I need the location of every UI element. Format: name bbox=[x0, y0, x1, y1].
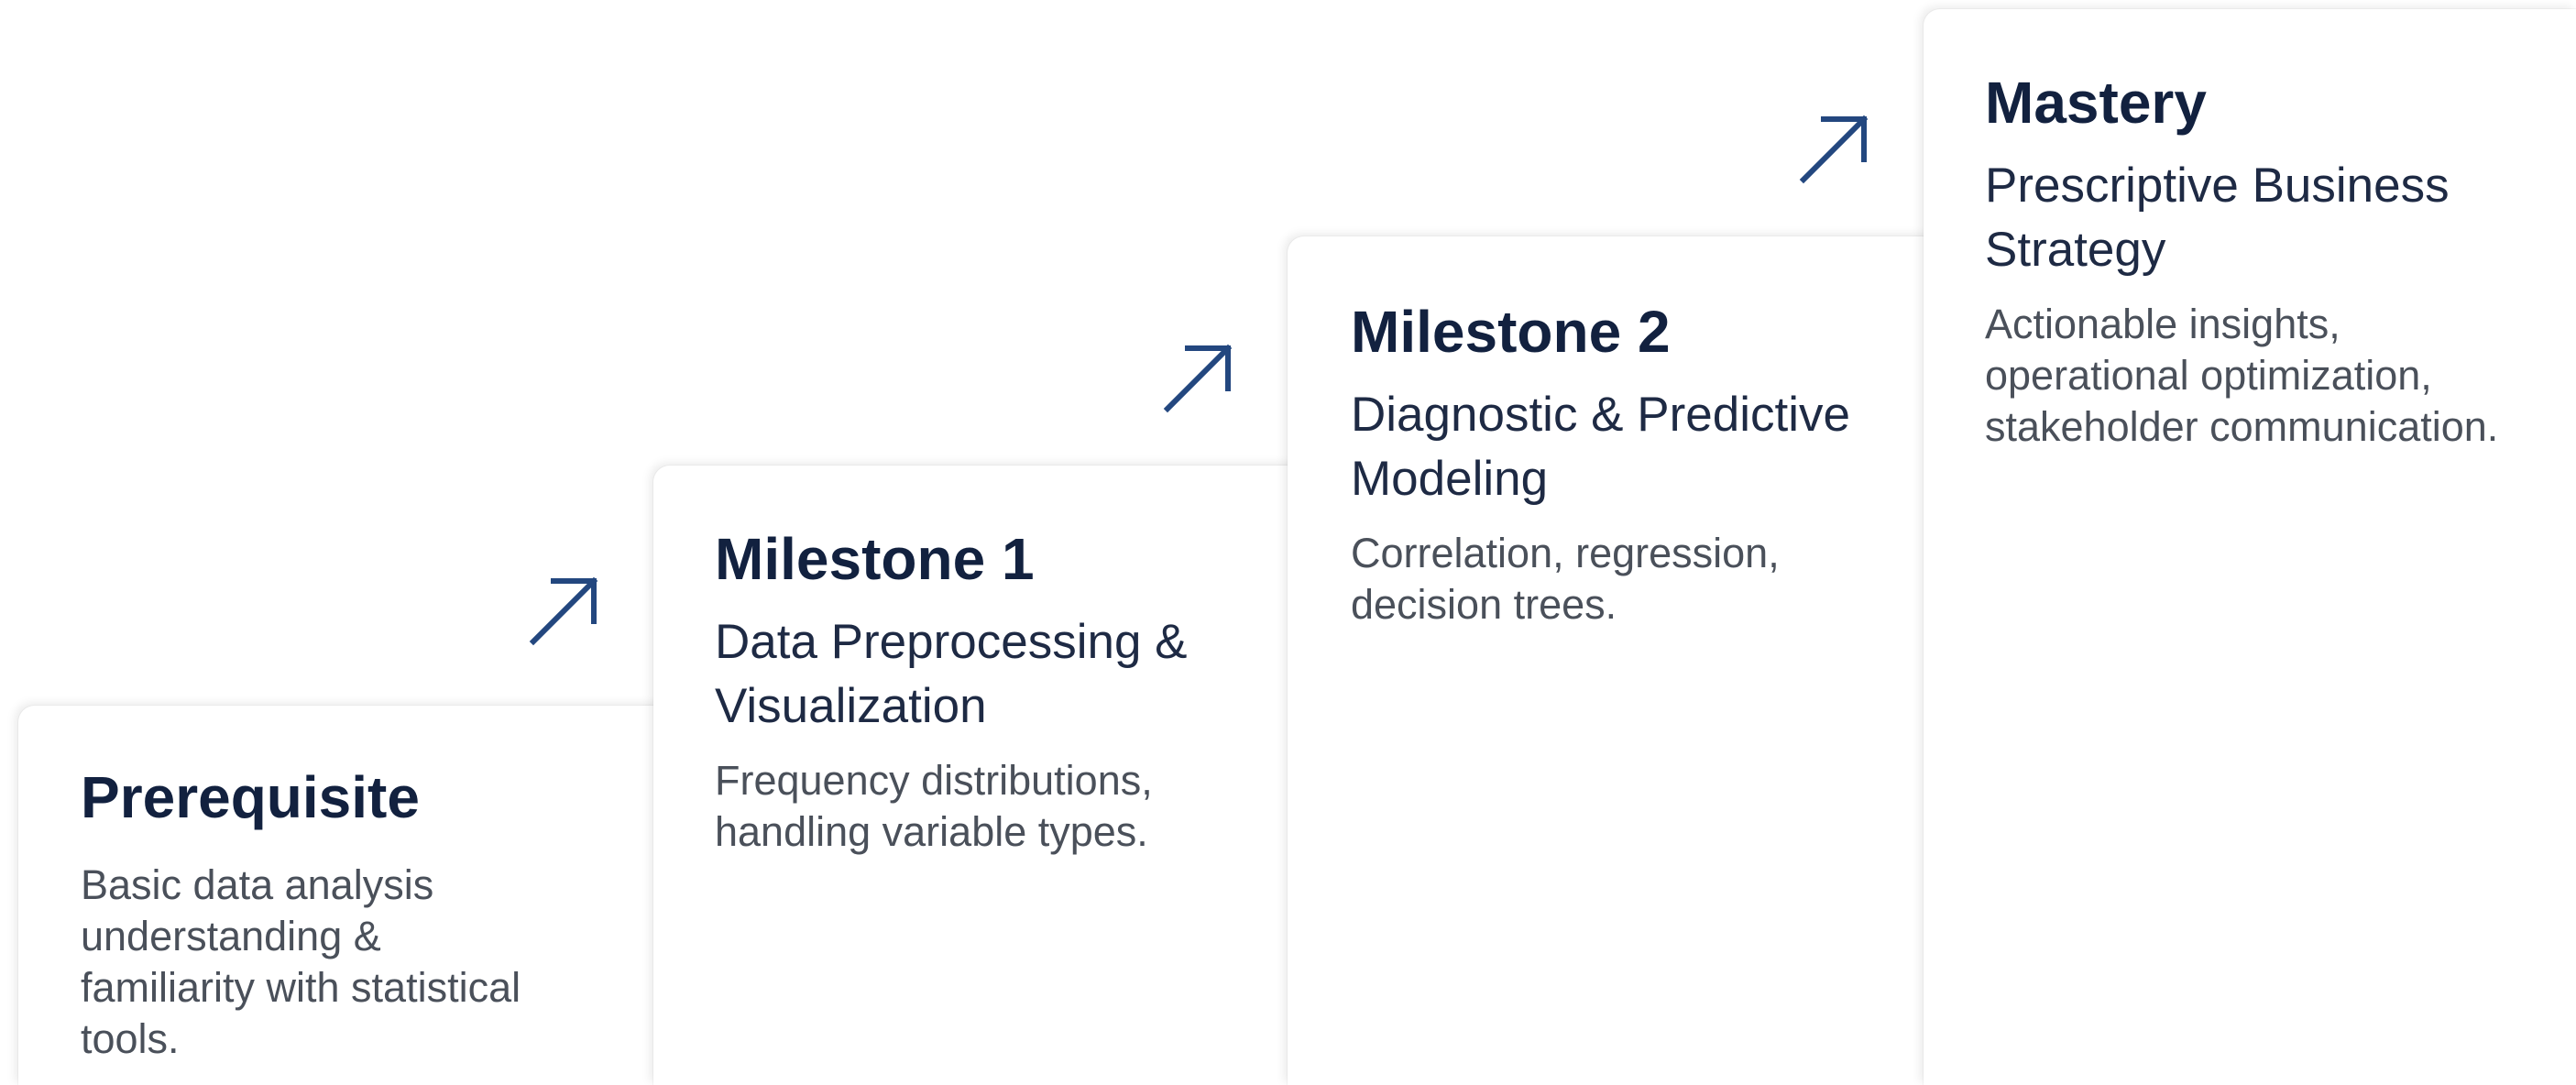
arrow-up-right-icon bbox=[1156, 337, 1239, 420]
arrow-up-right-icon bbox=[1792, 108, 1875, 191]
step-prerequisite: Prerequisite Basic data analysis underst… bbox=[81, 761, 594, 1065]
step-title: Mastery bbox=[1985, 70, 2207, 136]
step-title: Milestone 1 bbox=[715, 526, 1035, 592]
step-title: Prerequisite bbox=[81, 764, 420, 830]
step-mastery: Mastery Prescriptive Business Strategy A… bbox=[1985, 66, 2571, 453]
step-description: Frequency distributions, handling variab… bbox=[715, 757, 1153, 855]
step-title: Milestone 2 bbox=[1351, 299, 1671, 365]
step-milestone-2: Milestone 2 Diagnostic & Predictive Mode… bbox=[1351, 295, 1919, 630]
step-description: Actionable insights, operational optimiz… bbox=[1985, 301, 2499, 450]
step-subtitle: Prescriptive Business Strategy bbox=[1985, 159, 2450, 277]
step-subtitle: Data Preprocessing & Visualization bbox=[715, 615, 1188, 733]
arrow-up-right-icon bbox=[522, 570, 605, 652]
step-milestone-1: Milestone 1 Data Preprocessing & Visuali… bbox=[715, 522, 1265, 858]
step-subtitle: Diagnostic & Predictive Modeling bbox=[1351, 388, 1850, 506]
step-description: Basic data analysis understanding & fami… bbox=[81, 861, 521, 1062]
staircase-diagram: Prerequisite Basic data analysis underst… bbox=[0, 0, 2576, 1085]
step-description: Correlation, regression, decision trees. bbox=[1351, 530, 1780, 628]
